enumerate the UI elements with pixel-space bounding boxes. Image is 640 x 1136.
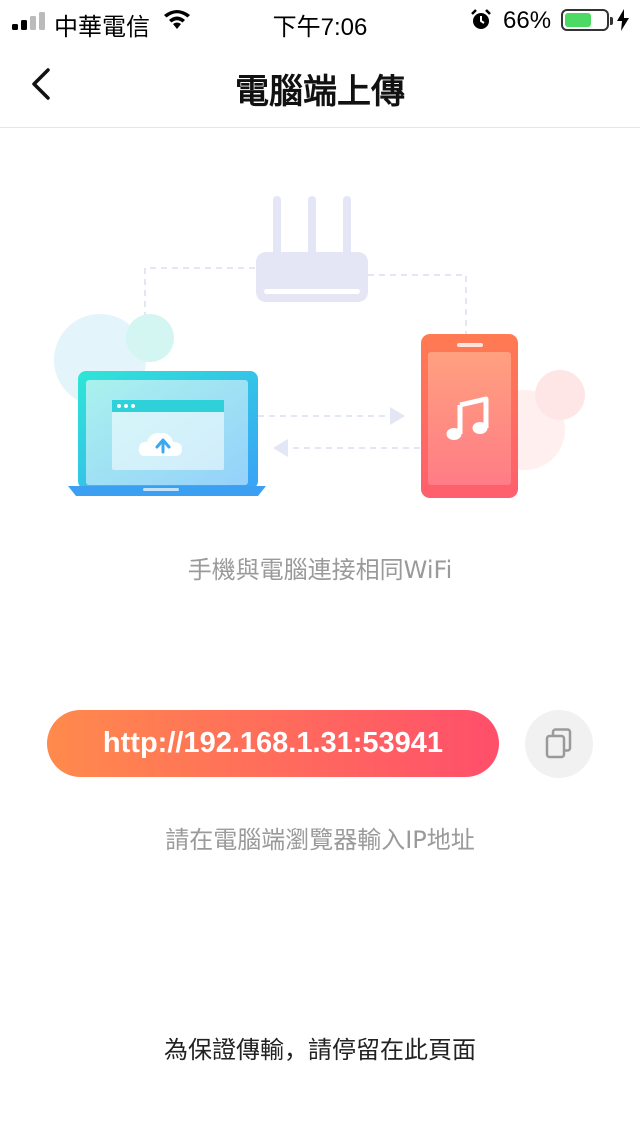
status-bar: 中華電信 下午7:06 66% [0,0,640,41]
charging-icon [617,9,629,31]
wifi-hint: 手機與電腦連接相同WiFi [187,556,453,584]
stay-notice: 為保證傳輸，請停留在此頁面 [164,1036,476,1064]
transfer-arrows [258,407,420,457]
router-icon [256,196,368,302]
browser-hint: 請在電腦端瀏覽器輸入IP地址 [165,826,475,854]
copy-icon [545,728,572,759]
laptop-icon [68,371,266,496]
url-button[interactable]: http://192.168.1.31:53941 [47,710,499,777]
battery-percent: 66% [503,7,552,34]
page-title: 電腦端上傳 [235,72,405,112]
copy-button[interactable] [525,710,593,778]
alarm-icon [471,9,491,29]
battery-icon [561,9,613,31]
nav-bar: 電腦端上傳 [0,40,640,128]
phone-icon [421,334,518,498]
transfer-illustration [54,196,585,498]
